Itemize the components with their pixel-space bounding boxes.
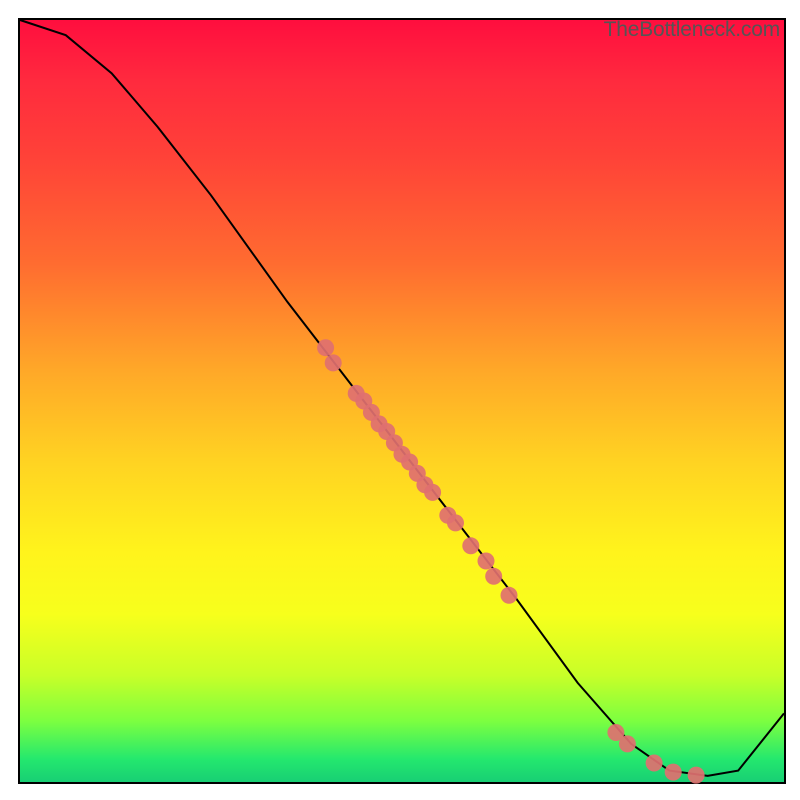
data-point bbox=[325, 354, 342, 371]
bottleneck-curve bbox=[20, 20, 784, 776]
data-point bbox=[485, 568, 502, 585]
data-point bbox=[501, 587, 518, 604]
data-point bbox=[462, 537, 479, 554]
curve-path bbox=[20, 20, 784, 776]
data-point bbox=[646, 755, 663, 772]
watermark-label: TheBottleneck.com bbox=[604, 18, 780, 42]
data-point bbox=[447, 514, 464, 531]
data-point bbox=[317, 339, 334, 356]
data-point bbox=[619, 735, 636, 752]
scatter-points bbox=[317, 339, 704, 783]
chart-svg bbox=[20, 20, 784, 782]
data-point bbox=[665, 764, 682, 781]
data-point bbox=[478, 553, 495, 570]
chart-frame: TheBottleneck.com bbox=[18, 18, 786, 784]
data-point bbox=[424, 484, 441, 501]
data-point bbox=[688, 767, 705, 784]
